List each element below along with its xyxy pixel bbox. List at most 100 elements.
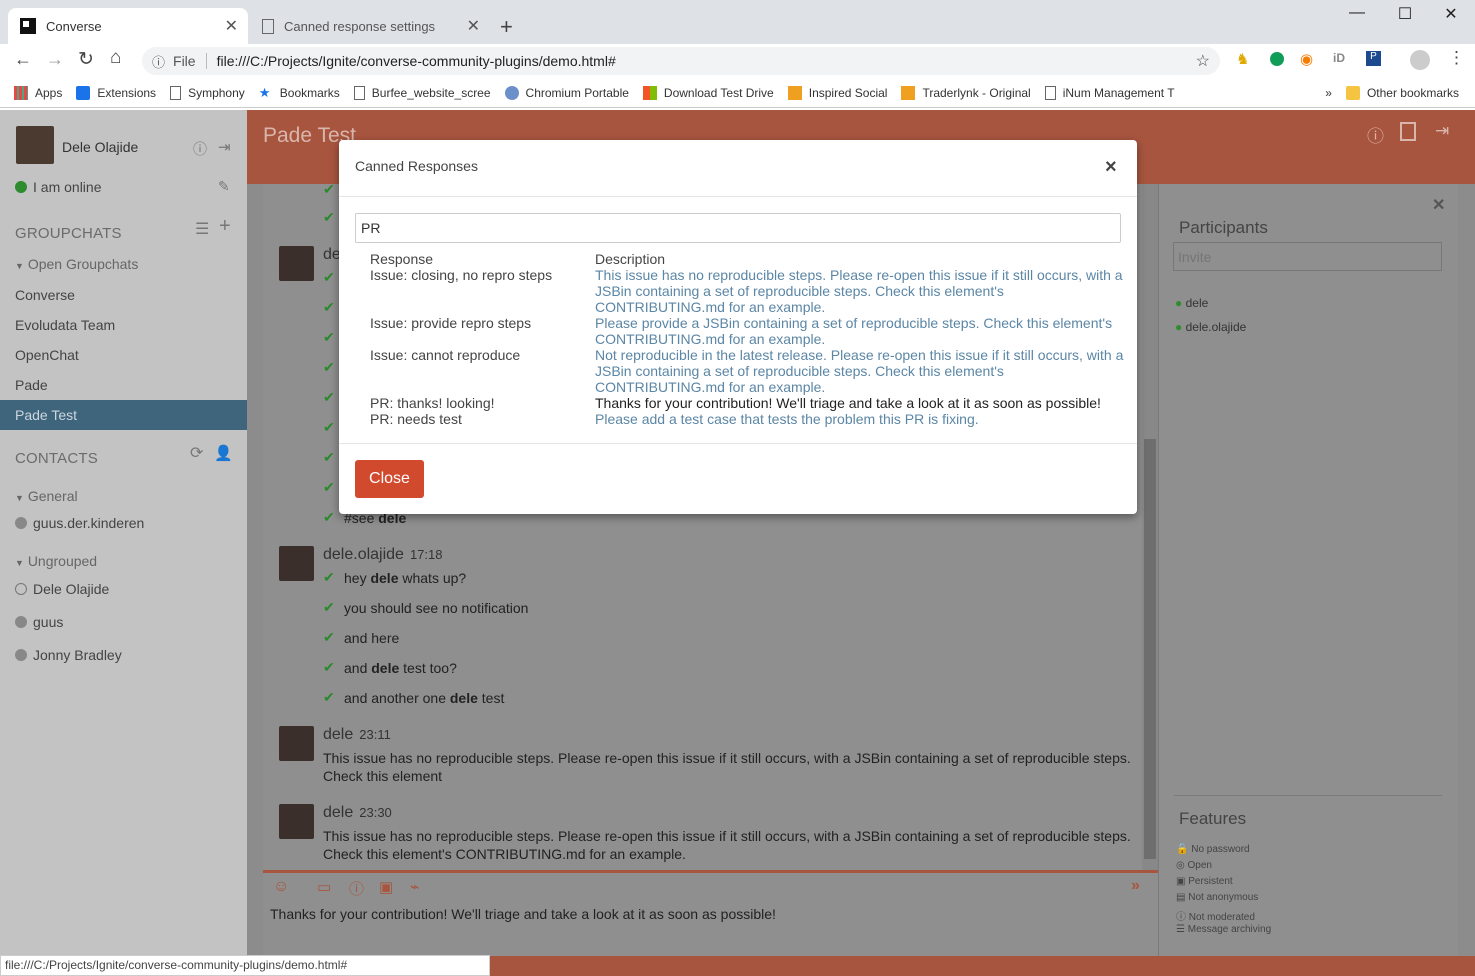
bookmark-inspired-social[interactable]: Inspired Social bbox=[787, 85, 887, 100]
bookmark-symphony[interactable]: Symphony bbox=[170, 85, 245, 100]
message-line: hey dele whats up? bbox=[344, 570, 467, 586]
extension-icon[interactable] bbox=[1270, 52, 1284, 66]
add-groupchat-icon[interactable]: + bbox=[219, 215, 231, 238]
bookmark-star-icon[interactable]: ☆ bbox=[1196, 51, 1210, 71]
address-bar[interactable]: ⓘ File file:///C:/Projects/Ignite/conver… bbox=[142, 47, 1220, 75]
bookmark-icon[interactable] bbox=[1400, 122, 1416, 141]
open-groupchats-toggle[interactable]: ▼ Open Groupchats bbox=[15, 256, 138, 272]
emoji-icon[interactable]: ☺ bbox=[273, 878, 289, 896]
scrollbar-thumb[interactable] bbox=[1144, 439, 1156, 859]
response-description[interactable]: Thanks for your contribution! We'll tria… bbox=[595, 395, 1125, 411]
avatar[interactable] bbox=[16, 126, 54, 164]
contact-item[interactable]: guus bbox=[15, 614, 63, 630]
extension-icon[interactable]: P bbox=[1366, 51, 1381, 66]
more-bookmarks-chevron-icon[interactable]: » bbox=[1325, 86, 1332, 100]
sidebar-item-openchat[interactable]: OpenChat bbox=[0, 340, 247, 370]
add-contact-icon[interactable]: 👤 bbox=[214, 444, 233, 462]
canned-search-input[interactable] bbox=[355, 213, 1121, 243]
maximize-button[interactable]: ☐ bbox=[1382, 4, 1428, 24]
group-label: General bbox=[27, 488, 78, 504]
avatar bbox=[279, 546, 314, 581]
edit-pencil-icon[interactable]: ✎ bbox=[218, 178, 230, 195]
attach-icon[interactable]: ⌁ bbox=[410, 877, 420, 897]
bookmark-bookmarks[interactable]: ★ Bookmarks bbox=[259, 85, 340, 100]
reload-icon[interactable]: ↻ bbox=[78, 48, 94, 71]
response-name[interactable]: Issue: closing, no repro steps bbox=[370, 267, 552, 283]
response-description[interactable]: Not reproducible in the latest release. … bbox=[595, 347, 1125, 395]
participant-item[interactable]: ● dele bbox=[1175, 296, 1208, 310]
bookmark-traderlynk[interactable]: Traderlynk - Original bbox=[901, 85, 1031, 100]
new-tab-button[interactable]: + bbox=[500, 14, 513, 40]
extension-icon[interactable]: iD bbox=[1333, 51, 1345, 65]
group-ungrouped-toggle[interactable]: ▼ Ungrouped bbox=[15, 553, 97, 569]
close-panel-icon[interactable]: ✕ bbox=[1432, 195, 1445, 215]
bookmark-other[interactable]: Other bookmarks bbox=[1345, 85, 1459, 100]
url-text: file:///C:/Projects/Ignite/converse-comm… bbox=[216, 53, 616, 69]
close-window-button[interactable]: ✕ bbox=[1428, 4, 1474, 24]
profile-avatar-icon[interactable] bbox=[1410, 50, 1430, 70]
message-author: dele.olajide bbox=[323, 546, 404, 563]
bookmark-extensions[interactable]: Extensions bbox=[76, 85, 156, 100]
group-general-toggle[interactable]: ▼ General bbox=[15, 488, 78, 504]
message-line: you should see no notification bbox=[344, 600, 529, 616]
check-icon: ✔ bbox=[323, 209, 335, 225]
tl-icon bbox=[901, 85, 916, 100]
response-name[interactable]: Issue: provide repro steps bbox=[370, 315, 531, 331]
bookmark-chromium[interactable]: Chromium Portable bbox=[504, 85, 629, 100]
sidebar-item-pade-test[interactable]: Pade Test bbox=[0, 400, 247, 430]
bookmark-apps[interactable]: Apps bbox=[14, 85, 63, 100]
extension-icon[interactable]: ◉ bbox=[1300, 50, 1313, 68]
windows-icon bbox=[642, 85, 657, 100]
close-tab-icon[interactable]: ✕ bbox=[467, 16, 480, 36]
participant-item[interactable]: ● dele.olajide bbox=[1175, 320, 1246, 334]
info-icon[interactable]: ⓘ bbox=[193, 139, 207, 159]
contact-item[interactable]: Dele Olajide bbox=[15, 581, 109, 597]
tab-converse[interactable]: Converse ✕ bbox=[8, 8, 248, 44]
response-name[interactable]: PR: thanks! looking! bbox=[370, 395, 495, 411]
page-icon bbox=[353, 85, 365, 100]
bookmark-burfee[interactable]: Burfee_website_scree bbox=[353, 85, 491, 100]
info-icon[interactable]: ⓘ bbox=[152, 52, 165, 71]
response-description[interactable]: This issue has no reproducible steps. Pl… bbox=[595, 267, 1125, 315]
offline-status-icon bbox=[15, 517, 27, 529]
minimize-button[interactable]: — bbox=[1334, 4, 1380, 22]
modal-close-icon[interactable]: × bbox=[1105, 156, 1117, 179]
logout-icon[interactable]: ⇥ bbox=[218, 138, 231, 156]
response-description[interactable]: Please provide a JSBin containing a set … bbox=[595, 315, 1125, 347]
forward-icon[interactable]: → bbox=[46, 49, 64, 70]
contact-item[interactable]: Jonny Bradley bbox=[15, 647, 122, 663]
menu-icon[interactable]: ⋮ bbox=[1448, 48, 1465, 68]
bookmark-label: Download Test Drive bbox=[663, 85, 774, 100]
sync-icon[interactable]: ⟳ bbox=[190, 443, 203, 463]
bookmark-inum[interactable]: iNum Management T bbox=[1044, 85, 1175, 100]
leave-icon[interactable]: ⇥ bbox=[1435, 121, 1449, 141]
extension-icon[interactable]: ♞ bbox=[1236, 50, 1249, 68]
tab-canned-response-settings[interactable]: Canned response settings ✕ bbox=[250, 8, 490, 44]
bookmark-download-test-drive[interactable]: Download Test Drive bbox=[642, 85, 774, 100]
list-icon[interactable]: ☰ bbox=[195, 219, 209, 239]
close-tab-icon[interactable]: ✕ bbox=[225, 16, 238, 36]
bookmark-label: Apps bbox=[35, 85, 63, 100]
back-icon[interactable]: ← bbox=[14, 49, 32, 70]
sidebar-item-pade[interactable]: Pade bbox=[0, 370, 247, 400]
response-name[interactable]: PR: needs test bbox=[370, 411, 462, 427]
invite-input[interactable] bbox=[1173, 242, 1442, 271]
save-icon[interactable]: ▣ bbox=[379, 878, 393, 896]
response-description[interactable]: Please add a test case that tests the pr… bbox=[595, 411, 1125, 427]
page-icon bbox=[262, 18, 274, 34]
home-icon[interactable]: ⌂ bbox=[110, 47, 121, 69]
response-name[interactable]: Issue: cannot reproduce bbox=[370, 347, 520, 363]
check-icon: ✔ bbox=[323, 659, 335, 675]
sidebar-item-converse[interactable]: Converse bbox=[0, 280, 247, 310]
message-input[interactable]: Thanks for your contribution! We'll tria… bbox=[270, 906, 1140, 922]
sidebar-item-evoludata-team[interactable]: Evoludata Team bbox=[0, 310, 247, 340]
info-icon[interactable]: ⓘ bbox=[1367, 122, 1384, 147]
send-icon[interactable]: » bbox=[1131, 877, 1140, 895]
contact-item[interactable]: guus.der.kinderen bbox=[15, 515, 144, 531]
close-button[interactable]: Close bbox=[355, 460, 424, 498]
chat-scrollbar[interactable] bbox=[1142, 184, 1158, 870]
screen-icon[interactable]: ▭ bbox=[317, 878, 331, 896]
check-icon: ✔ bbox=[323, 509, 335, 525]
info-icon[interactable]: ⓘ bbox=[349, 878, 364, 899]
status-selector[interactable]: I am online bbox=[15, 179, 101, 195]
